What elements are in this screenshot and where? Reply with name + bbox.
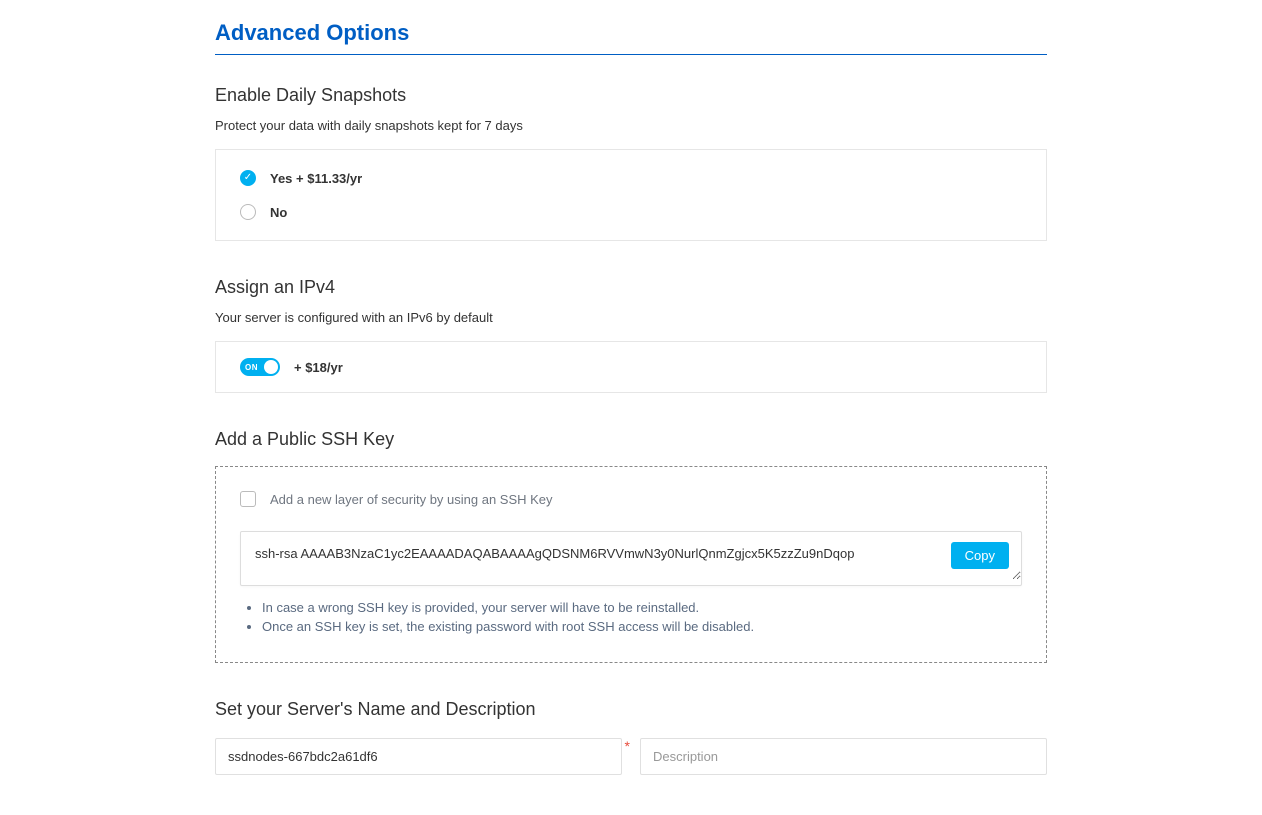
ssh-checkbox-label: Add a new layer of security by using an … [270,492,553,507]
ssh-section-title: Add a Public SSH Key [215,429,1047,450]
radio-selected-icon: ✓ [240,170,256,186]
server-name-input-wrap: * [215,738,622,775]
required-star-icon: * [625,738,630,754]
ssh-input-wrap: Copy [240,531,1022,586]
server-description-input-wrap [640,738,1047,775]
checkmark-icon: ✓ [244,173,252,183]
server-description-input[interactable] [640,738,1047,775]
server-name-section-title: Set your Server's Name and Description [215,699,1047,720]
toggle-knob-icon [264,360,278,374]
ipv4-option-box: ON + $18/yr [215,341,1047,393]
ipv4-section-title: Assign an IPv4 [215,277,1047,298]
snapshots-radio-yes-label: Yes + $11.33/yr [270,171,362,186]
ssh-dashed-box: Add a new layer of security by using an … [215,466,1047,663]
ssh-notes-list: In case a wrong SSH key is provided, you… [240,600,1022,634]
ssh-checkbox[interactable] [240,491,256,507]
ssh-note-item: In case a wrong SSH key is provided, you… [262,600,1022,615]
snapshots-radio-no[interactable]: No [240,204,1022,220]
ssh-key-textarea[interactable] [241,532,1021,580]
snapshots-section-title: Enable Daily Snapshots [215,85,1047,106]
radio-unselected-icon [240,204,256,220]
copy-button[interactable]: Copy [951,542,1009,569]
snapshots-radio-yes[interactable]: ✓ Yes + $11.33/yr [240,170,1022,186]
ipv4-subtitle: Your server is configured with an IPv6 b… [215,310,1047,325]
server-name-input[interactable] [215,738,622,775]
snapshots-radio-no-label: No [270,205,287,220]
ipv4-price-label: + $18/yr [294,360,343,375]
snapshots-subtitle: Protect your data with daily snapshots k… [215,118,1047,133]
toggle-on-label: ON [245,363,258,372]
ipv4-toggle[interactable]: ON [240,358,280,376]
page-title: Advanced Options [215,20,1047,55]
snapshots-option-box: ✓ Yes + $11.33/yr No [215,149,1047,241]
ssh-note-item: Once an SSH key is set, the existing pas… [262,619,1022,634]
